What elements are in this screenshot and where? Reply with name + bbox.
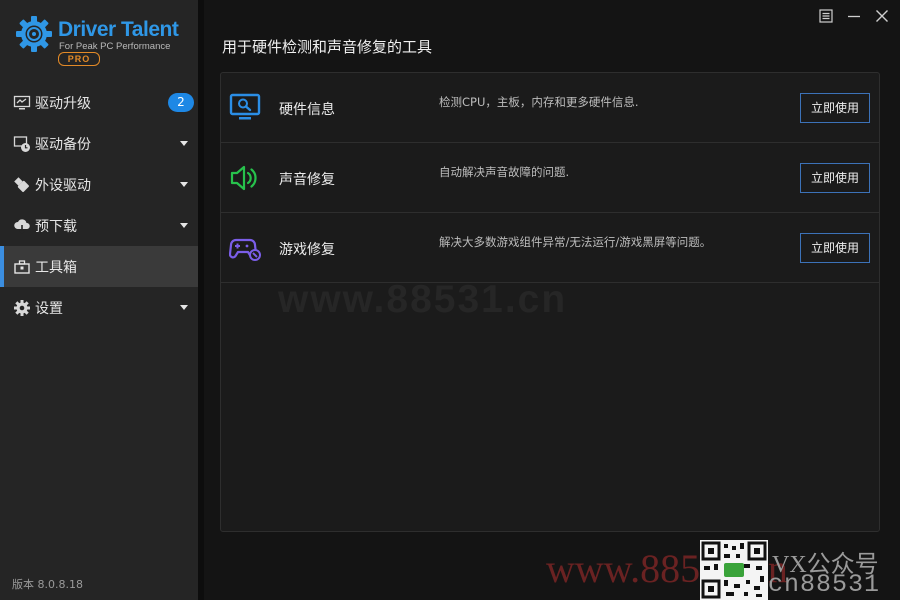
sidebar-divider (198, 0, 204, 600)
minimize-icon (848, 15, 860, 18)
tool-row-hardware-info: 硬件信息 检测CPU，主板，内存和更多硬件信息. 立即使用 (221, 73, 879, 143)
tool-row-sound-repair: 声音修复 自动解决声音故障的问题. 立即使用 (221, 143, 879, 213)
minimize-button[interactable] (845, 7, 863, 25)
tool-description: 自动解决声音故障的问题. (439, 165, 570, 179)
tool-description: 检测CPU，主板，内存和更多硬件信息. (439, 95, 639, 109)
sidebar-item-label: 设置 (35, 300, 63, 317)
use-game-repair-button[interactable]: 立即使用 (800, 233, 870, 263)
backup-clock-icon (13, 135, 31, 153)
gear-icon (13, 299, 31, 317)
version-label: 版本 8.0.8.18 (12, 578, 83, 591)
sidebar-item-toolbox[interactable]: 工具箱 (0, 246, 198, 287)
sidebar-item-driver-backup[interactable]: 驱动备份 (0, 123, 198, 164)
close-button[interactable] (873, 7, 891, 25)
tool-row-game-repair: 游戏修复 解决大多数游戏组件异常/无法运行/游戏黑屏等问题。 立即使用 (221, 213, 879, 283)
sidebar-item-label: 预下载 (35, 218, 77, 235)
tool-name: 声音修复 (279, 172, 335, 188)
sidebar-item-label: 驱动升级 (35, 95, 91, 112)
brand-title: Driver Talent (58, 18, 179, 41)
sidebar-item-label: 驱动备份 (35, 136, 91, 153)
toolbox-icon (13, 258, 31, 276)
sidebar-item-predownload[interactable]: 预下载 (0, 205, 198, 246)
menu-button[interactable] (817, 7, 835, 25)
brand-subtitle: For Peak PC Performance (59, 41, 171, 52)
page-title: 用于硬件检测和声音修复的工具 (222, 38, 433, 56)
update-count-badge: 2 (168, 93, 194, 112)
watermark-center: www.88531.cn (278, 278, 568, 321)
cloud-download-icon (13, 217, 31, 235)
qr-caption-line2: cn88531 (768, 570, 881, 599)
chevron-down-icon (180, 223, 188, 228)
use-hardware-info-button[interactable]: 立即使用 (800, 93, 870, 123)
sidebar-item-label: 工具箱 (35, 259, 77, 276)
tool-name: 硬件信息 (279, 102, 335, 118)
monitor-upgrade-icon (13, 94, 31, 112)
sidebar-item-driver-upgrade[interactable]: 驱动升级 2 (0, 82, 198, 123)
monitor-search-icon (229, 93, 261, 120)
speaker-icon (230, 165, 257, 191)
menu-icon (819, 9, 833, 23)
sidebar-item-peripheral-drivers[interactable]: 外设驱动 (0, 164, 198, 205)
brand-edition-badge: PRO (58, 52, 100, 66)
chevron-down-icon (180, 141, 188, 146)
close-icon (876, 10, 888, 22)
gamepad-icon (229, 238, 261, 261)
qr-code (700, 540, 768, 600)
logo-gear-icon (16, 16, 52, 52)
sidebar-nav: 驱动升级 2 驱动备份 外设驱动 预下载 工具箱 设置 (0, 82, 198, 328)
chevron-down-icon (180, 305, 188, 310)
tool-name: 游戏修复 (279, 242, 335, 258)
tool-description: 解决大多数游戏组件异常/无法运行/游戏黑屏等问题。 (439, 235, 712, 249)
use-sound-repair-button[interactable]: 立即使用 (800, 163, 870, 193)
sidebar-item-label: 外设驱动 (35, 177, 91, 194)
app-logo: Driver Talent For Peak PC Performance PR… (14, 14, 194, 70)
sidebar: Driver Talent For Peak PC Performance PR… (0, 0, 198, 600)
sidebar-item-settings[interactable]: 设置 (0, 287, 198, 328)
usb-plug-icon (13, 176, 31, 194)
chevron-down-icon (180, 182, 188, 187)
